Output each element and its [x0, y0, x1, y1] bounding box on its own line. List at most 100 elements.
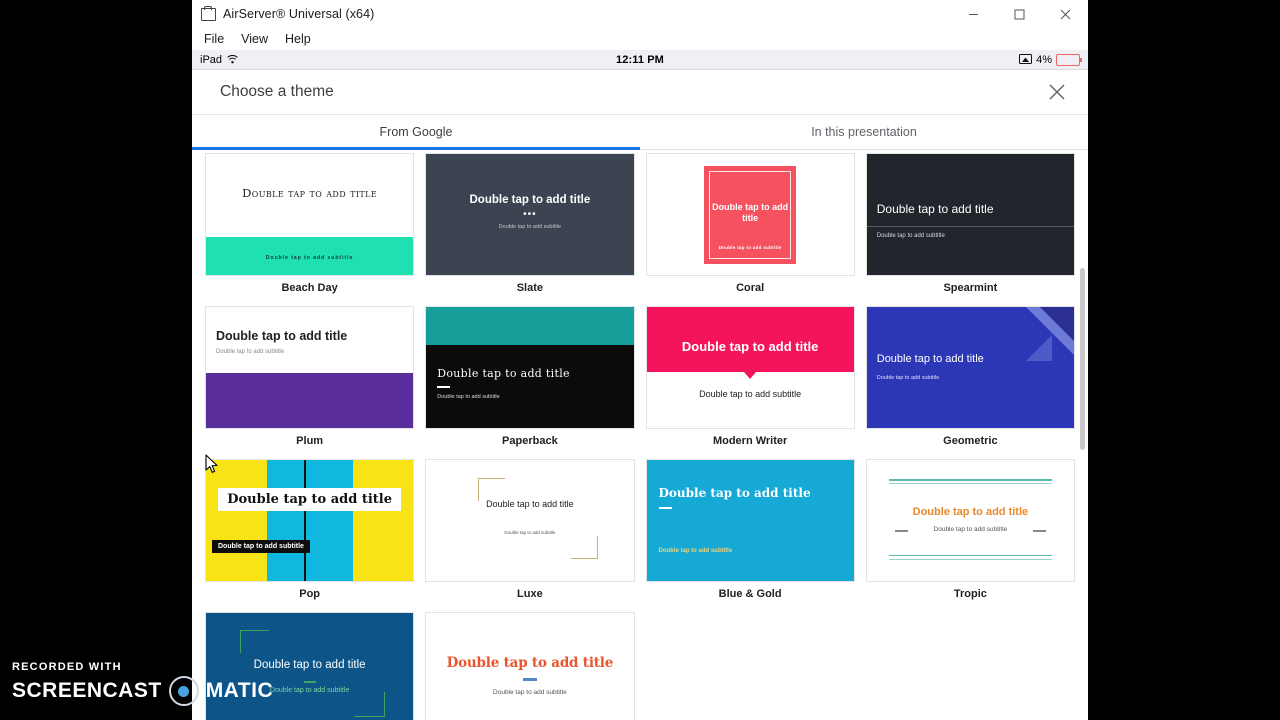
window-controls [950, 0, 1088, 28]
theme-name: Tropic [953, 588, 987, 600]
theme-card-tropic[interactable]: Double tap to add title Double tap to ad… [865, 456, 1075, 609]
theme-card-plum[interactable]: Double tap to add title Double tap to ad… [205, 303, 415, 456]
divider-dash [1033, 530, 1046, 532]
dialog-header: Choose a theme [192, 70, 1088, 115]
theme-card-spearmint[interactable]: Double tap to add title Double tap to ad… [865, 150, 1075, 303]
theme-card-paperback[interactable]: Double tap to add title Double tap to ad… [425, 303, 635, 456]
theme-name: Luxe [517, 588, 543, 600]
screencast-o-matic-watermark: RECORDED WITH SCREENCAST MATIC [12, 661, 273, 706]
divider-rule [888, 479, 1052, 481]
battery-icon [1056, 53, 1082, 66]
theme-card-blue-and-gold[interactable]: Double tap to add title Double tap to ad… [645, 456, 855, 609]
theme-name: Pop [299, 588, 321, 600]
theme-card-slate[interactable]: Double tap to add title ••• Double tap t… [425, 150, 635, 303]
divider-dash [303, 681, 316, 683]
airserver-icon [200, 6, 216, 22]
watermark-matic-text: MATIC [205, 679, 274, 702]
theme-name: Coral [736, 282, 765, 294]
divider-rule [888, 483, 1052, 484]
slide-title: Double tap to add title [876, 353, 984, 365]
slide-subtitle: Double tap to add subtitle [658, 548, 733, 554]
slide-subtitle: Double tap to add subtitle [504, 530, 556, 535]
status-time: 12:11 PM [616, 53, 664, 66]
theme-card-geometric[interactable]: Double tap to add title Double tap to ad… [865, 303, 1075, 456]
theme-card-coral[interactable]: Double tap to add title Double tap to ad… [645, 150, 855, 303]
theme-thumbnail[interactable]: Double tap to add title Double tap to ad… [425, 306, 635, 429]
slide-title: Double tap to add title [469, 194, 591, 206]
theme-card-gameday[interactable]: Double tap to add title Double tap to ad… [425, 609, 635, 720]
window-titlebar: AirServer® Universal (x64) [192, 0, 1088, 28]
close-button[interactable] [1042, 0, 1088, 28]
theme-thumbnail[interactable]: Double tap to add title Double tap to ad… [645, 153, 855, 276]
tab-in-this-presentation[interactable]: In this presentation [640, 115, 1088, 149]
accent-band [206, 373, 414, 428]
menu-file[interactable]: File [202, 31, 226, 47]
theme-thumbnail[interactable]: Double tap to add title Double tap to ad… [425, 612, 635, 720]
divider-dash [437, 386, 451, 388]
menu-help[interactable]: Help [283, 31, 313, 47]
divider-rule [888, 559, 1052, 560]
theme-name: Modern Writer [712, 435, 788, 447]
triangle-notch [744, 372, 757, 379]
dots-divider: ••• [523, 209, 537, 220]
slide-subtitle: Double tap to add subtitle [212, 540, 310, 553]
theme-thumbnail[interactable]: Double tap to add title Double tap to ad… [865, 306, 1075, 429]
theme-grid-scroll-area[interactable]: Double tap to add title Double tap to ad… [192, 150, 1088, 720]
slide-title: Double tap to add title [712, 202, 789, 223]
airserver-window: AirServer® Universal (x64) File View Hel… [192, 0, 1088, 720]
ios-status-bar: iPad 12:11 PM 4% [192, 50, 1088, 70]
slide-title: Double tap to add title [437, 367, 570, 380]
maximize-icon [1014, 9, 1024, 19]
scrollbar-thumb[interactable] [1080, 268, 1085, 450]
theme-thumbnail[interactable]: Double tap to add title Double tap to ad… [645, 306, 855, 429]
dialog-close-button[interactable] [1046, 81, 1068, 103]
tab-from-google[interactable]: From Google [192, 115, 640, 150]
battery-percent: 4% [1036, 53, 1052, 66]
dialog-tabs: From Google In this presentation [192, 115, 1088, 150]
theme-name: Blue & Gold [718, 588, 782, 600]
accent-box: Double tap to add title Double tap to ad… [704, 166, 797, 264]
record-dot-icon [168, 676, 199, 706]
theme-thumbnail[interactable]: Double tap to add title Double tap to ad… [645, 459, 855, 582]
divider-rule [888, 554, 1052, 556]
theme-card-beach-day[interactable]: Double tap to add title Double tap to ad… [205, 150, 415, 303]
corner-bracket [354, 692, 386, 717]
theme-card-pop[interactable]: Double tap to add title Double tap to ad… [205, 456, 415, 609]
slide-title: Double tap to add title [218, 488, 402, 511]
theme-grid: Double tap to add title Double tap to ad… [192, 150, 1088, 720]
theme-card-modern-writer[interactable]: Double tap to add title Double tap to ad… [645, 303, 855, 456]
tab-from-google-label: From Google [379, 125, 453, 139]
slide-title: Double tap to add title [876, 202, 994, 216]
close-icon [1049, 84, 1065, 100]
theme-card-luxe[interactable]: Double tap to add title Double tap to ad… [425, 456, 635, 609]
watermark-line1: RECORDED WITH [12, 661, 122, 673]
watermark-line2: SCREENCAST MATIC [12, 676, 273, 706]
menu-view[interactable]: View [239, 31, 270, 47]
slide-subtitle: Double tap to add subtitle [437, 394, 500, 400]
slide-title: Double tap to add title [486, 499, 574, 509]
slide-subtitle: Double tap to add subtitle [265, 255, 354, 261]
theme-thumbnail[interactable]: Double tap to add title Double tap to ad… [865, 459, 1075, 582]
theme-thumbnail[interactable]: Double tap to add title Double tap to ad… [425, 459, 635, 582]
slide-subtitle: Double tap to add subtitle [718, 245, 782, 250]
corner-bracket [240, 630, 269, 653]
theme-thumbnail[interactable]: Double tap to add title Double tap to ad… [205, 153, 415, 276]
slide-subtitle: Double tap to add subtitle [498, 224, 562, 230]
black-stripe [304, 460, 307, 581]
theme-grid-empty-cell [866, 609, 1075, 720]
accent-band [266, 460, 353, 581]
theme-thumbnail[interactable]: Double tap to add title ••• Double tap t… [425, 153, 635, 276]
maximize-button[interactable] [996, 0, 1042, 28]
theme-thumbnail[interactable]: Double tap to add title Double tap to ad… [205, 306, 415, 429]
menubar: File View Help [192, 28, 1088, 50]
dialog-title: Choose a theme [220, 83, 334, 100]
corner-bracket [570, 536, 598, 559]
theme-thumbnail[interactable]: Double tap to add title Double tap to ad… [205, 459, 415, 582]
theme-name: Beach Day [281, 282, 338, 294]
divider-rule [866, 226, 1074, 227]
minimize-button[interactable] [950, 0, 996, 28]
tab-in-this-presentation-label: In this presentation [811, 125, 917, 139]
slide-subtitle: Double tap to add subtitle [876, 233, 945, 239]
theme-thumbnail[interactable]: Double tap to add title Double tap to ad… [865, 153, 1075, 276]
theme-name: Spearmint [943, 282, 998, 294]
